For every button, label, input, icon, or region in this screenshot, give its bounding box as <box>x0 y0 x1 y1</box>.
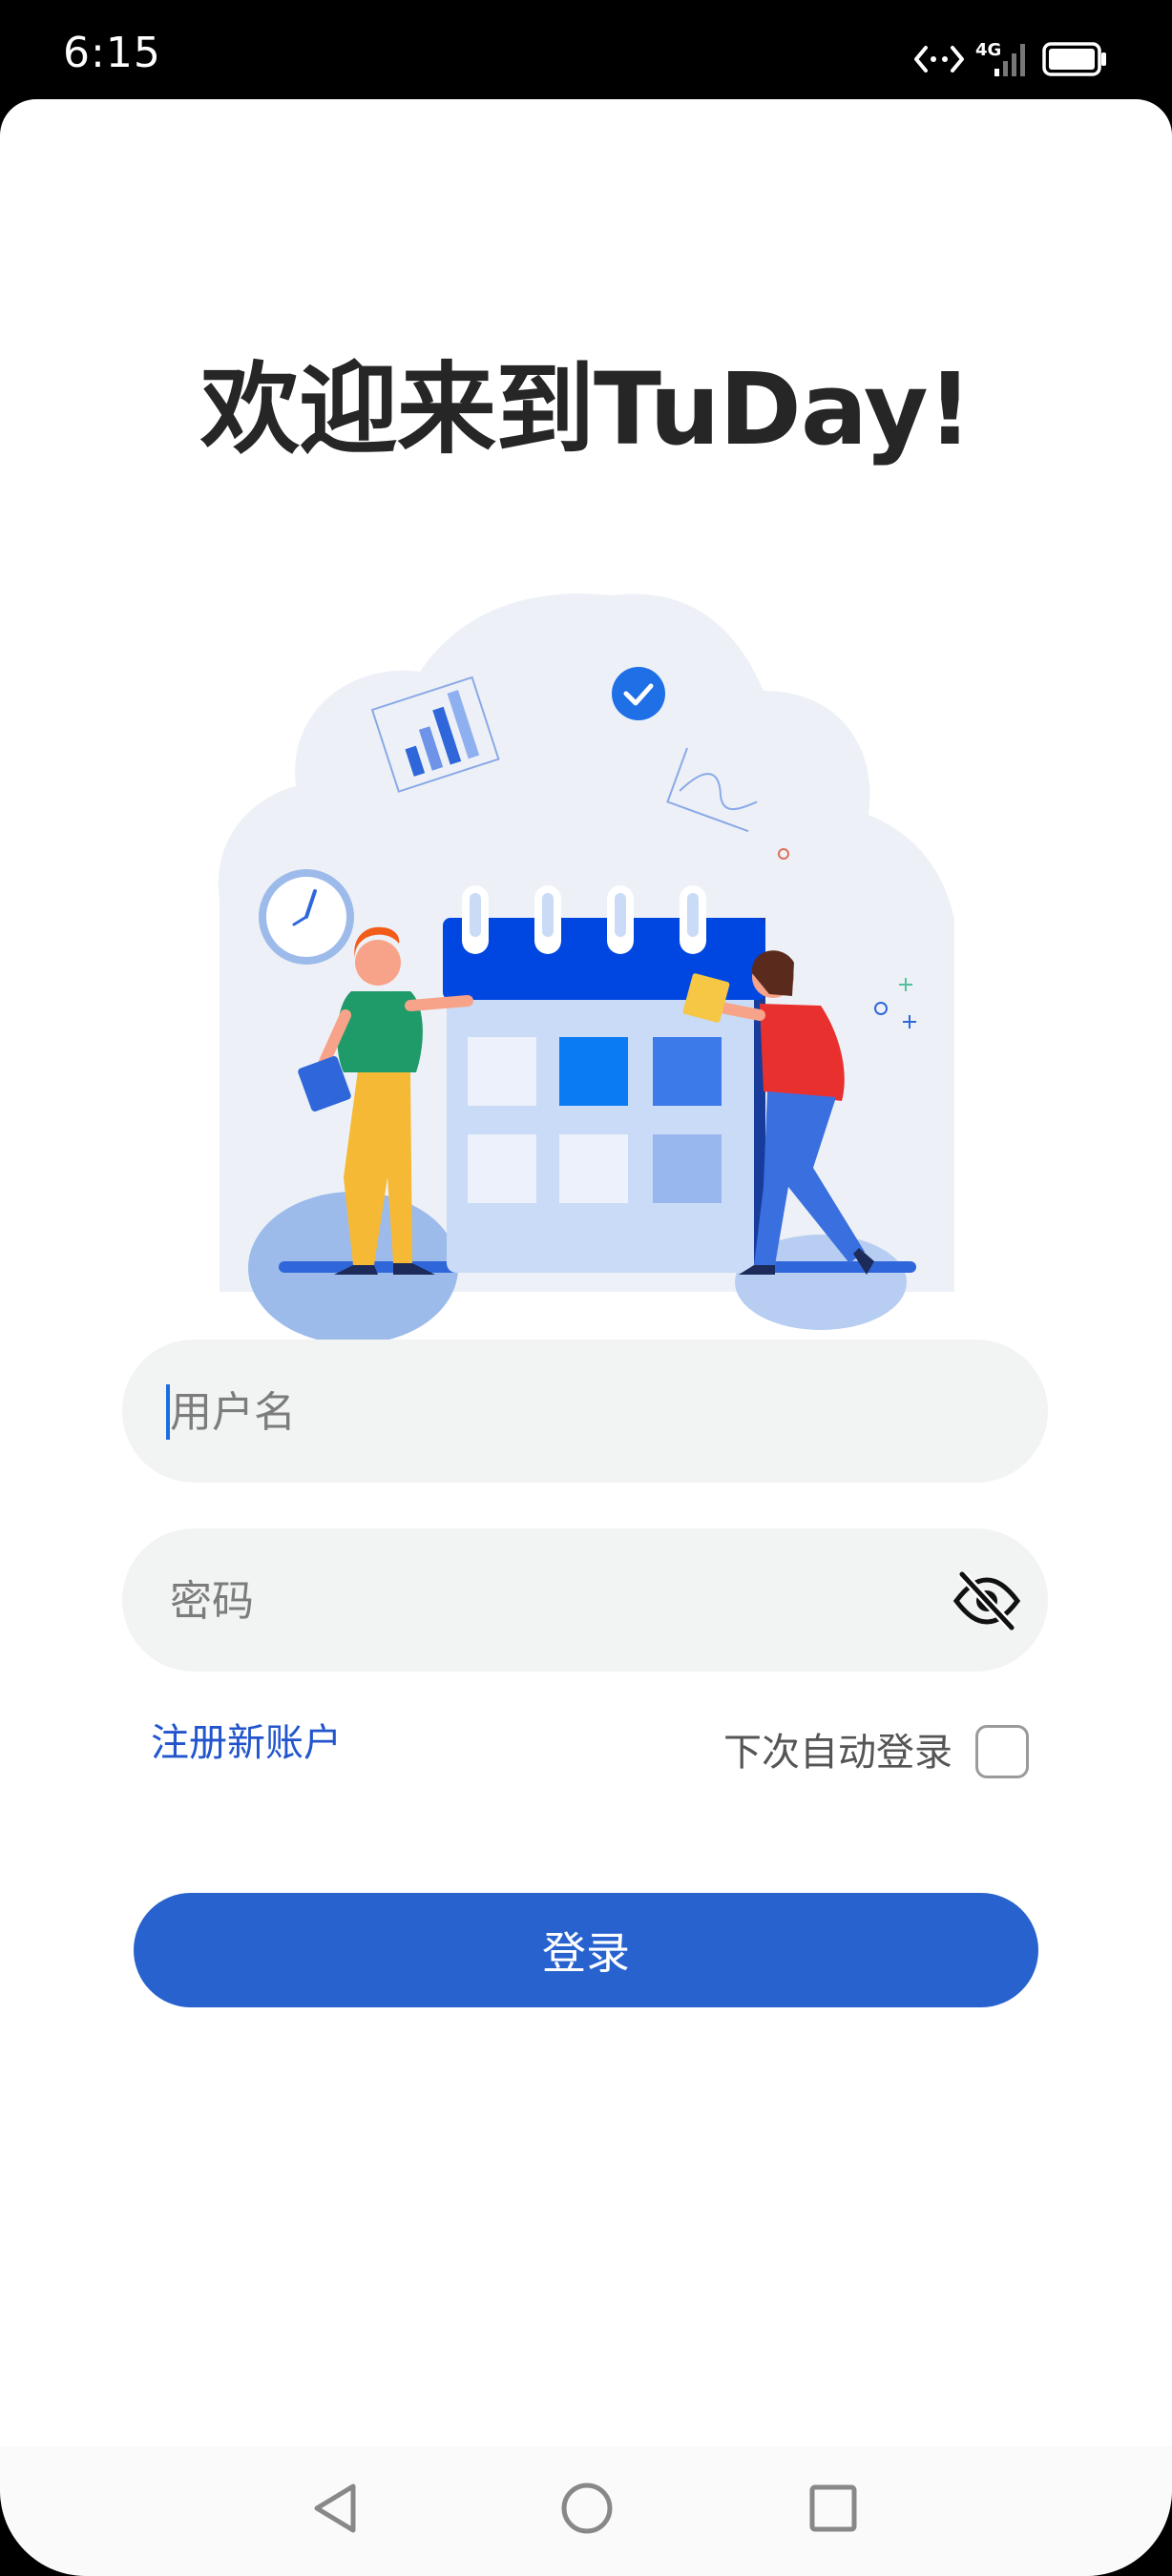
eye-slash-icon[interactable] <box>951 1565 1023 1637</box>
signal-icon <box>994 44 1025 76</box>
navigation-bar <box>0 2446 1172 2576</box>
home-icon[interactable] <box>554 2475 620 2542</box>
username-field[interactable] <box>122 1340 1048 1485</box>
status-bar: 6:15 4G <box>0 0 1172 103</box>
calendar-scheduling-illustration <box>218 593 955 1344</box>
back-icon[interactable] <box>303 2475 370 2542</box>
username-input[interactable] <box>168 1340 954 1485</box>
register-link[interactable]: 注册新账户 <box>151 1712 342 1767</box>
login-screen: 欢迎来到TuDay! 用户名 注册新账户 下次自动登录 登录 <box>0 99 1172 2576</box>
login-button[interactable]: 登录 <box>134 1893 1038 2007</box>
text-cursor <box>166 1384 170 1440</box>
battery-icon <box>1042 42 1106 76</box>
clock: 6:15 <box>63 29 161 77</box>
recent-apps-icon[interactable] <box>800 2475 867 2542</box>
auto-login-checkbox[interactable] <box>975 1725 1029 1778</box>
password-input[interactable] <box>168 1528 954 1673</box>
auto-login-label: 下次自动登录 <box>723 1731 952 1775</box>
password-field[interactable] <box>122 1528 1048 1673</box>
data-transfer-icon <box>914 46 964 73</box>
page-title: 欢迎来到TuDay! <box>199 351 973 467</box>
